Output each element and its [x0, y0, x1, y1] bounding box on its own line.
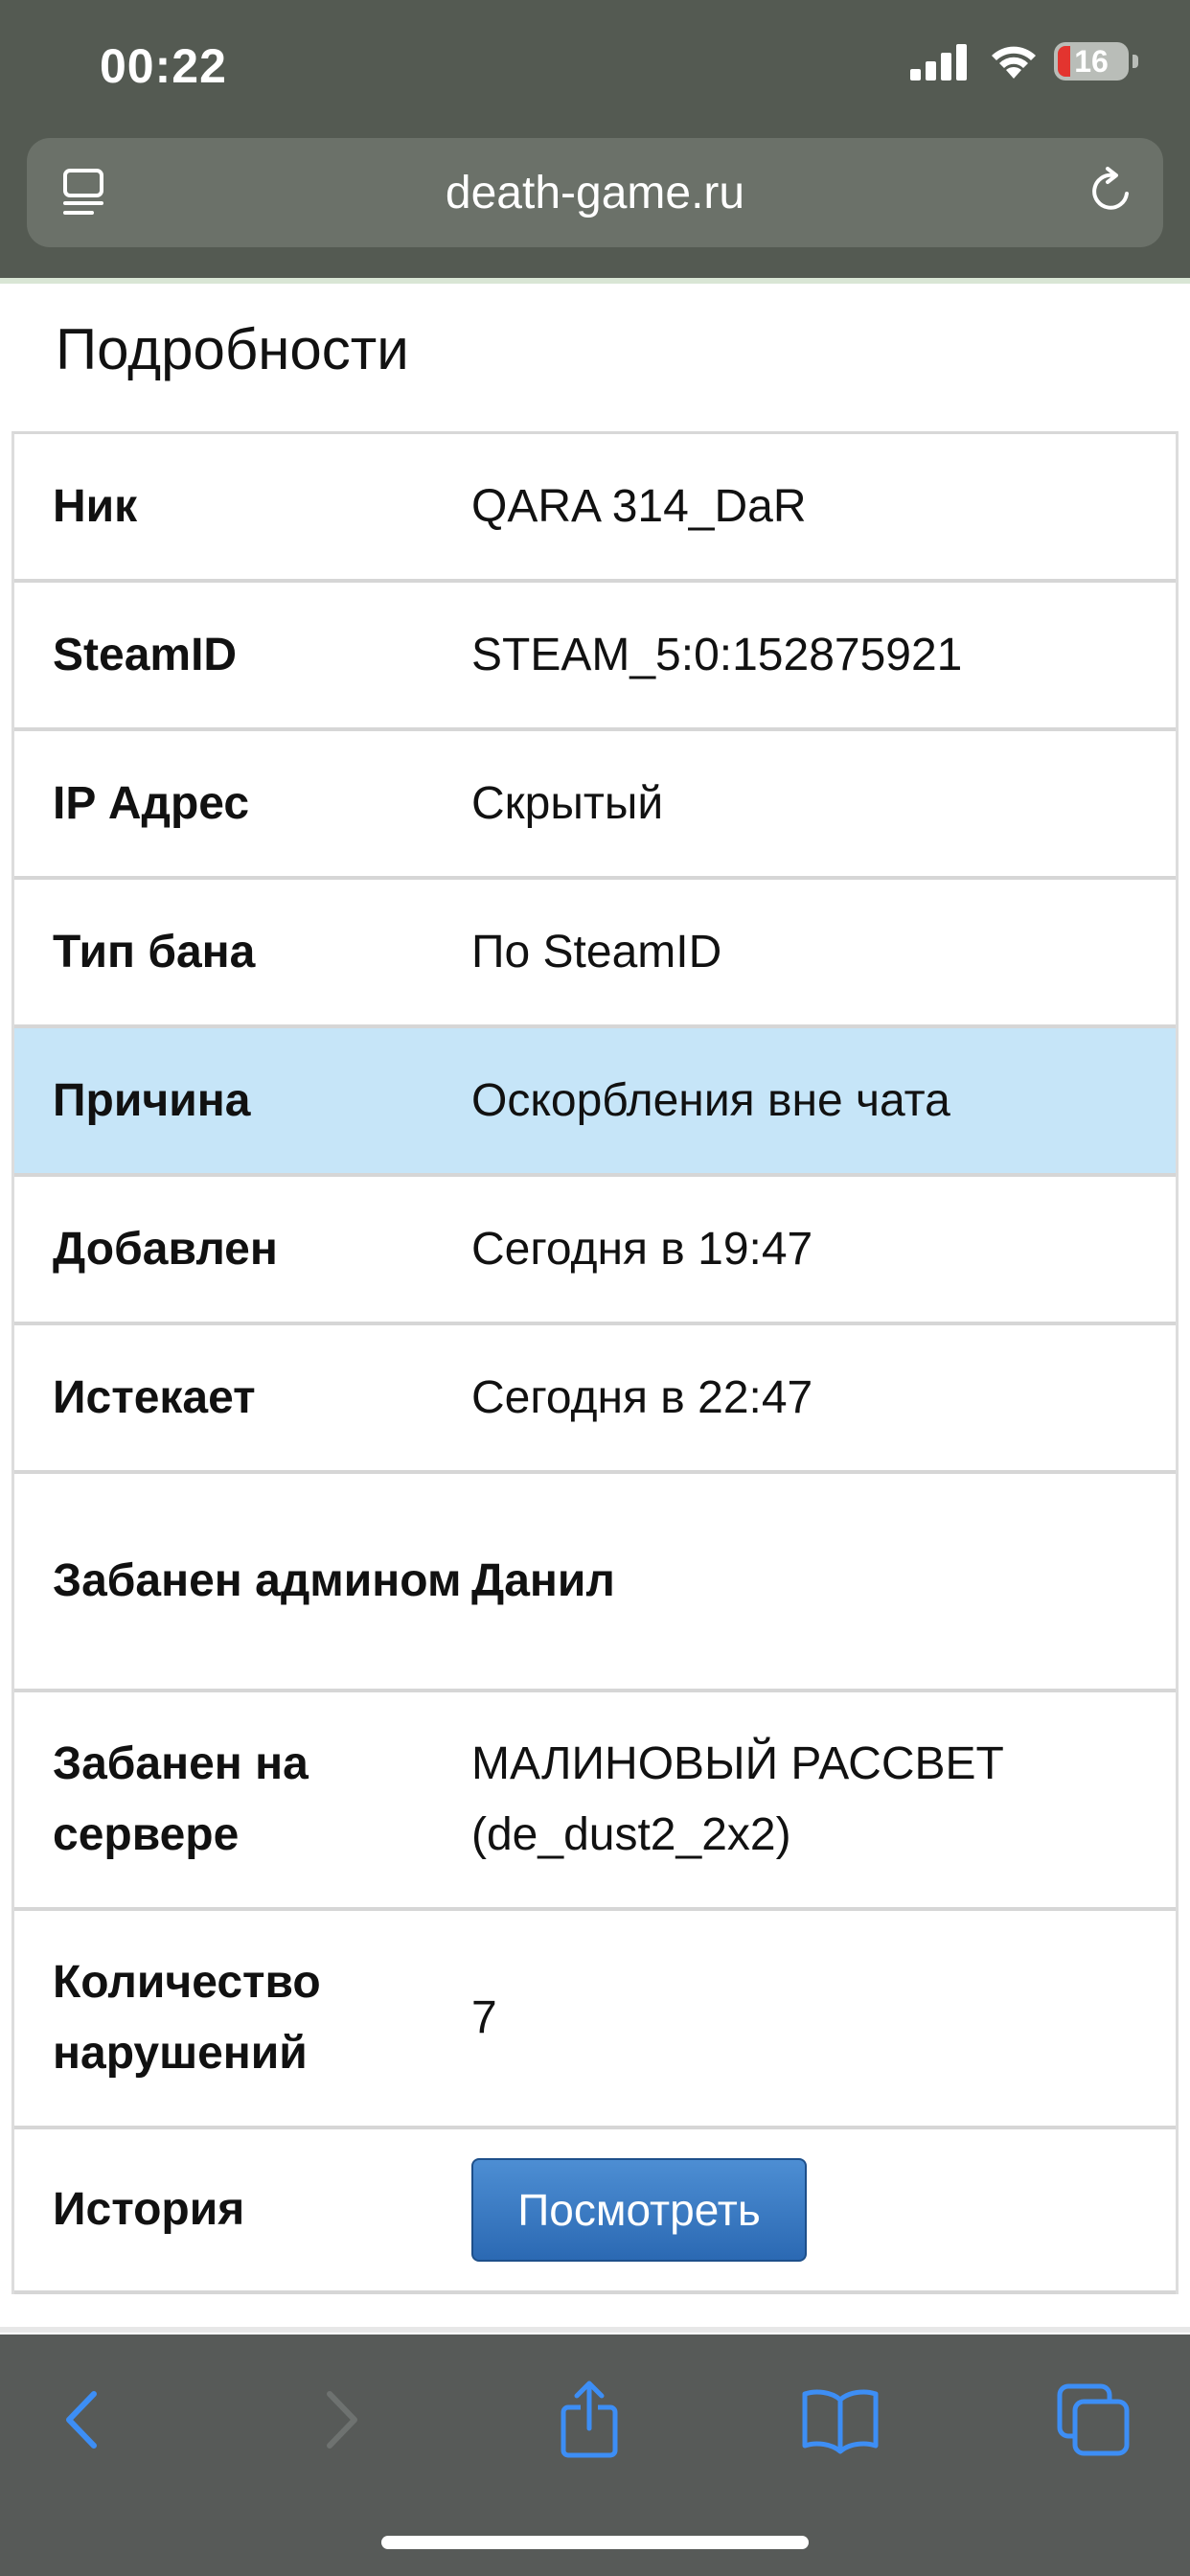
battery-level: 16	[1074, 44, 1109, 79]
tabs-icon	[1057, 2383, 1130, 2456]
row-label: Истекает	[53, 1371, 256, 1423]
row-value: 7	[471, 1992, 497, 2043]
row-label: История	[53, 2184, 245, 2235]
forward-button[interactable]	[297, 2377, 383, 2463]
row-value: STEAM_5:0:152875921	[471, 629, 963, 680]
table-row-banned-by-admin: Забанен админом Данил	[14, 1474, 1176, 1692]
forward-icon	[327, 2391, 357, 2449]
row-value: Скрытый	[471, 777, 664, 829]
row-value: QARA 314_DaR	[471, 480, 807, 532]
view-history-button[interactable]: Посмотреть	[471, 2158, 807, 2262]
table-row-reason: Причина Оскорбления вне чата	[14, 1028, 1176, 1177]
row-value: Сегодня в 22:47	[471, 1371, 813, 1423]
table-row-ip: IP Адрес Скрытый	[14, 731, 1176, 880]
table-row-banned-on-server: Забанен на сервере МАЛИНОВЫЙ РАССВЕТ (de…	[14, 1692, 1176, 1911]
row-label: Забанен на сервере	[53, 1738, 309, 1860]
row-label: IP Адрес	[53, 777, 250, 829]
share-button[interactable]	[546, 2377, 632, 2463]
battery-cap	[1133, 55, 1138, 68]
signal-icon	[910, 44, 967, 80]
home-indicator	[381, 2536, 809, 2549]
battery-icon: 16	[1054, 42, 1129, 80]
table-row-ban-type: Тип бана По SteamID	[14, 880, 1176, 1028]
row-value: Посмотреть	[471, 2158, 1176, 2262]
row-value: МАЛИНОВЫЙ РАССВЕТ (de_dust2_2x2)	[471, 1738, 1004, 1860]
wifi-icon	[992, 46, 1036, 79]
table-row-nick: Ник QARA 314_DaR	[14, 434, 1176, 583]
table-row-history: История Посмотреть	[14, 2129, 1176, 2294]
back-icon	[66, 2391, 97, 2449]
ban-details-table: Ник QARA 314_DaR SteamID STEAM_5:0:15287…	[11, 431, 1179, 2294]
address-bar[interactable]: death-game.ru	[27, 138, 1163, 247]
row-label: Добавлен	[53, 1223, 278, 1275]
bookmarks-button[interactable]	[797, 2377, 883, 2463]
row-label: Причина	[53, 1074, 251, 1126]
row-label: Ник	[53, 480, 138, 532]
table-row-added: Добавлен Сегодня в 19:47	[14, 1177, 1176, 1325]
table-row-violations-count: Количество нарушений 7	[14, 1911, 1176, 2129]
row-label: Тип бана	[53, 926, 256, 978]
reload-icon[interactable]	[1085, 165, 1138, 218]
url-text[interactable]: death-game.ru	[27, 167, 1163, 219]
bookmarks-icon	[802, 2389, 879, 2454]
row-value: Данил	[471, 1555, 615, 1606]
table-row-expires: Истекает Сегодня в 22:47	[14, 1325, 1176, 1474]
row-value: Сегодня в 19:47	[471, 1223, 813, 1275]
row-label: Количество нарушений	[53, 1957, 321, 2079]
back-button[interactable]	[40, 2377, 126, 2463]
row-label: Забанен админом	[53, 1555, 462, 1606]
browser-top-chrome: 00:22 16 death-game.ru	[0, 0, 1190, 278]
share-icon	[561, 2380, 618, 2458]
content-bottom-divider	[0, 2327, 1190, 2333]
page-title: Подробности	[56, 317, 409, 381]
row-value: По SteamID	[471, 926, 722, 978]
tabs-button[interactable]	[1050, 2377, 1136, 2463]
status-time: 00:22	[100, 39, 227, 93]
row-value: Оскорбления вне чата	[471, 1074, 950, 1126]
table-row-steamid: SteamID STEAM_5:0:152875921	[14, 583, 1176, 731]
row-label: SteamID	[53, 629, 238, 680]
chrome-divider	[0, 278, 1190, 284]
